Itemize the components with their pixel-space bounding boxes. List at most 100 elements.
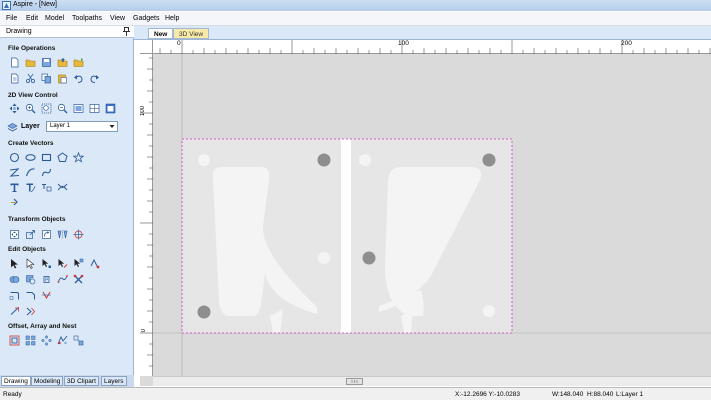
- section-transform-objects: Transform Objects: [8, 216, 66, 223]
- section-2d-view-control: 2D View Control: [8, 92, 58, 99]
- star-icon[interactable]: [73, 152, 84, 163]
- vertical-ruler: 100 0: [140, 54, 153, 376]
- status-coordinates: X:-12.2696 Y:-10.0283: [455, 391, 520, 398]
- join-icon[interactable]: P: [41, 274, 52, 285]
- extend-icon[interactable]: [9, 306, 20, 317]
- polygon-icon[interactable]: [57, 152, 68, 163]
- pin-icon[interactable]: [123, 27, 130, 36]
- import-icon[interactable]: [73, 57, 84, 68]
- ruler-label-v-0: 0: [141, 329, 147, 333]
- dogbone-icon[interactable]: [25, 306, 36, 317]
- menu-bar: File Edit Model Toolpaths View Gadgets H…: [0, 12, 711, 26]
- pan-icon[interactable]: [9, 103, 20, 114]
- select-icon[interactable]: [9, 258, 20, 269]
- dimension-icon[interactable]: [9, 197, 20, 208]
- zoom-in-icon[interactable]: [25, 103, 36, 114]
- drawing-canvas[interactable]: [153, 54, 711, 376]
- tab-3d-clipart[interactable]: 3D Clipart: [64, 376, 99, 386]
- fillet-icon[interactable]: [9, 290, 20, 301]
- ruler-label-v-100: 100: [140, 106, 146, 117]
- circular-array-icon[interactable]: [41, 335, 52, 346]
- grip-icon: [351, 380, 358, 383]
- tab-layers[interactable]: Layers: [101, 376, 127, 386]
- document-tab-strip: New 3D View: [134, 26, 711, 40]
- horizontal-ruler: 0 100 200: [153, 40, 711, 54]
- subtract-icon[interactable]: [25, 274, 36, 285]
- drawing-panel: Drawing File Operations 2D View Control …: [0, 26, 134, 375]
- menu-file[interactable]: File: [6, 15, 17, 22]
- section-offset-array-nest: Offset, Array and Nest: [8, 323, 77, 330]
- section-create-vectors: Create Vectors: [8, 140, 54, 147]
- trim-icon[interactable]: [41, 290, 52, 301]
- transform-icon[interactable]: [73, 258, 84, 269]
- zoom-out-icon[interactable]: [57, 103, 68, 114]
- save-icon[interactable]: [41, 57, 52, 68]
- center-divider-strip: [341, 139, 351, 333]
- chamfer-icon[interactable]: [25, 290, 36, 301]
- menu-gadgets[interactable]: Gadgets: [133, 15, 159, 22]
- layer-dropdown[interactable]: Layer 1: [46, 121, 118, 132]
- mirror-icon[interactable]: [57, 229, 68, 240]
- node-tool-icon[interactable]: [41, 258, 52, 269]
- vertical-ruler-ticks: [140, 57, 153, 367]
- menu-toolpaths[interactable]: Toolpaths: [72, 15, 102, 22]
- zoom-extents-icon[interactable]: [73, 103, 84, 114]
- status-width: W:148.040: [552, 391, 584, 398]
- scale-icon[interactable]: [25, 229, 36, 240]
- copy-page-icon[interactable]: [9, 73, 20, 84]
- array-icon[interactable]: [25, 335, 36, 346]
- window-icon[interactable]: [105, 103, 116, 114]
- node-edit-icon[interactable]: [25, 258, 36, 269]
- horizontal-scrollbar[interactable]: [153, 376, 711, 386]
- section-edit-objects: Edit Objects: [8, 246, 46, 253]
- menu-edit[interactable]: Edit: [26, 15, 38, 22]
- menu-view[interactable]: View: [110, 15, 125, 22]
- menu-model[interactable]: Model: [45, 15, 64, 22]
- interactive-trim-icon[interactable]: [57, 258, 68, 269]
- nest-icon[interactable]: [57, 335, 68, 346]
- cut-icon[interactable]: [25, 73, 36, 84]
- curve-icon[interactable]: [41, 167, 52, 178]
- polyline-icon[interactable]: [9, 167, 20, 178]
- open-file-icon[interactable]: [25, 57, 36, 68]
- move-icon[interactable]: [9, 229, 20, 240]
- zoom-material-icon[interactable]: [89, 103, 100, 114]
- panel-header: Drawing: [0, 26, 134, 38]
- open-folder-icon[interactable]: [57, 57, 68, 68]
- rotate-icon[interactable]: [41, 229, 52, 240]
- auto-layout-icon[interactable]: [41, 182, 52, 193]
- ruler-corner: [140, 40, 153, 54]
- tab-3d-view[interactable]: 3D View: [173, 28, 210, 39]
- arc-icon[interactable]: [25, 167, 36, 178]
- undo-icon[interactable]: [73, 73, 84, 84]
- scissors-icon[interactable]: [73, 274, 84, 285]
- ellipse-icon[interactable]: [25, 152, 36, 163]
- rectangle-icon[interactable]: [41, 152, 52, 163]
- redo-icon[interactable]: [89, 73, 100, 84]
- weld-icon[interactable]: [9, 274, 20, 285]
- text-on-curve-icon[interactable]: [25, 182, 36, 193]
- copy-icon[interactable]: [41, 73, 52, 84]
- trace-icon[interactable]: [57, 182, 68, 193]
- scrollbar-thumb[interactable]: [346, 378, 363, 385]
- offset-icon[interactable]: [9, 335, 20, 346]
- curve-fit-icon[interactable]: [57, 274, 68, 285]
- tab-new[interactable]: New: [148, 28, 174, 39]
- menu-help[interactable]: Help: [165, 15, 179, 22]
- layer-stack-icon[interactable]: [7, 122, 18, 133]
- text-icon[interactable]: [9, 182, 20, 193]
- chevron-down-icon: [109, 125, 115, 128]
- section-file-operations: File Operations: [8, 45, 56, 52]
- align-icon[interactable]: [73, 229, 84, 240]
- circle-icon[interactable]: [9, 152, 20, 163]
- ruler-label-0: 0: [177, 40, 181, 47]
- window-title: Aspire - [New]: [13, 1, 57, 8]
- smart-snap-icon[interactable]: [89, 258, 100, 269]
- tab-modeling[interactable]: Modeling: [31, 376, 64, 386]
- layer-dropdown-value: Layer 1: [50, 123, 71, 129]
- step-repeat-icon[interactable]: [73, 335, 84, 346]
- paste-icon[interactable]: [57, 73, 68, 84]
- tab-drawing[interactable]: Drawing: [1, 376, 31, 386]
- new-file-icon[interactable]: [9, 57, 20, 68]
- zoom-box-icon[interactable]: [41, 103, 52, 114]
